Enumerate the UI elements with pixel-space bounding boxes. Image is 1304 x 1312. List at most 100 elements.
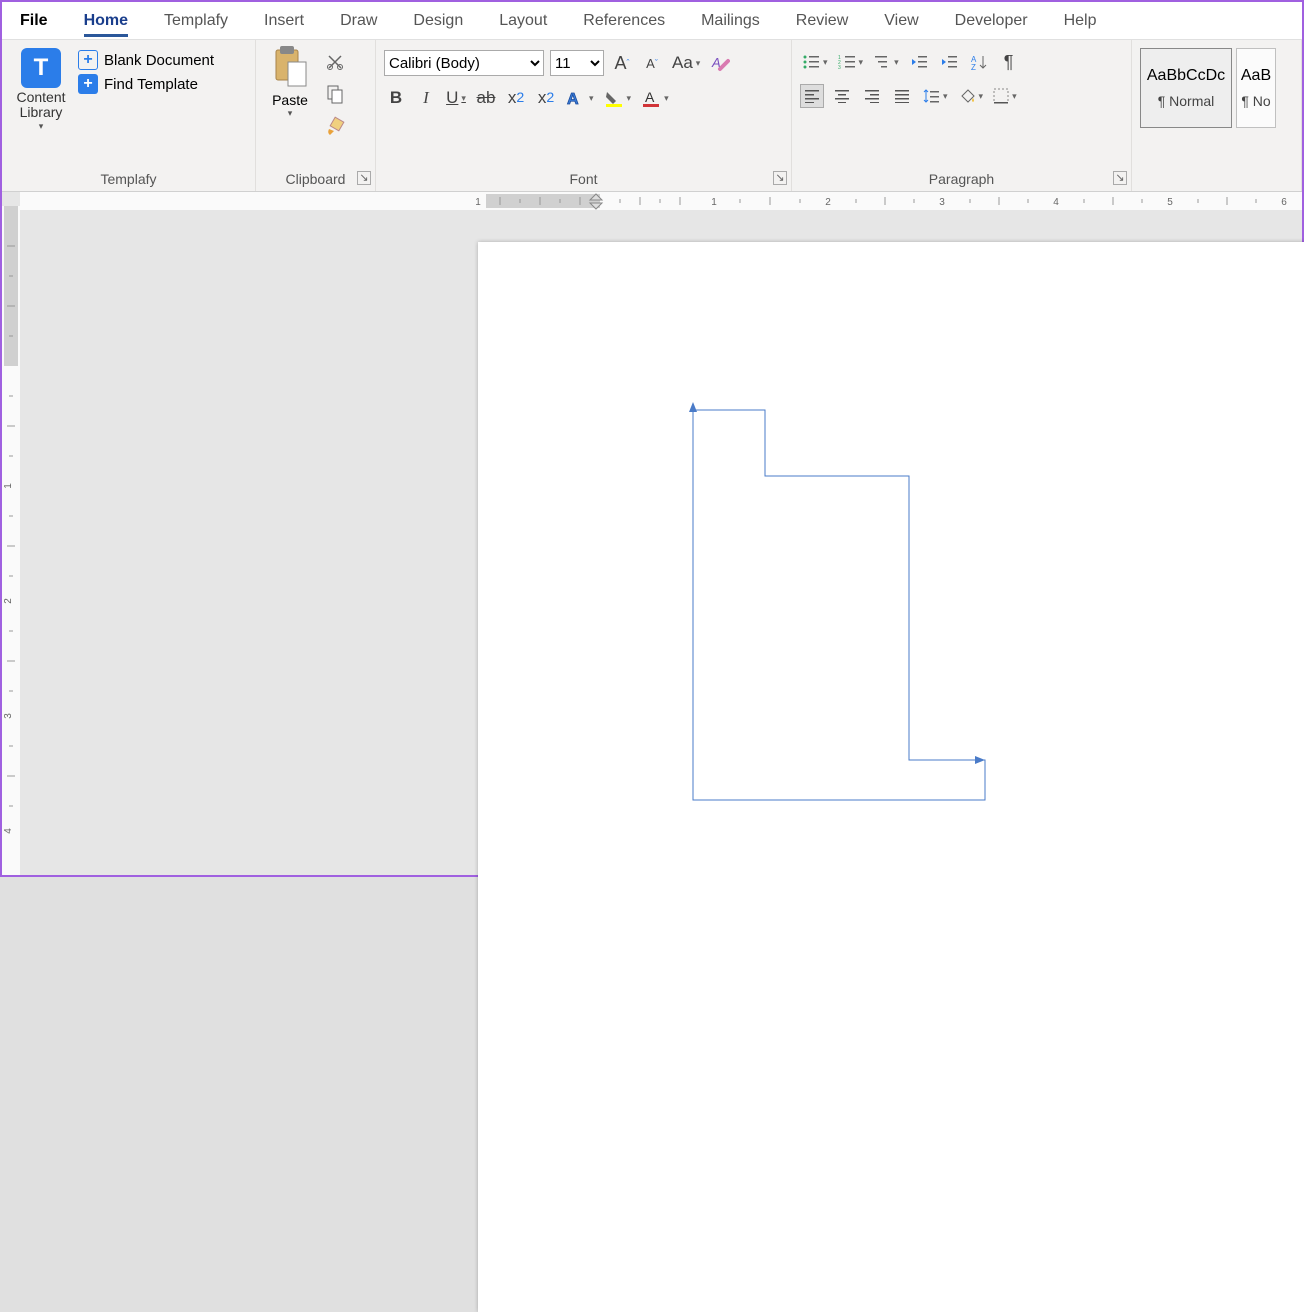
- numbering-button[interactable]: 123: [836, 50, 866, 74]
- tab-templafy[interactable]: Templafy: [146, 2, 246, 39]
- group-paragraph: 123 AZ ¶: [792, 40, 1132, 191]
- content-library-button[interactable]: T Content Library ▾: [10, 44, 72, 169]
- numbering-icon: 123: [838, 54, 856, 70]
- tab-insert[interactable]: Insert: [246, 2, 322, 39]
- tab-mailings[interactable]: Mailings: [683, 2, 778, 39]
- tab-review[interactable]: Review: [778, 2, 866, 39]
- style-sample: AaBbCcDc: [1147, 67, 1225, 85]
- vertical-ruler[interactable]: 1 2 3 4: [2, 206, 20, 875]
- svg-text:4: 4: [1053, 197, 1059, 208]
- tab-view[interactable]: View: [866, 2, 936, 39]
- sort-button[interactable]: AZ: [967, 50, 991, 74]
- group-styles: AaBbCcDc ¶ Normal AaB ¶ No: [1132, 40, 1302, 191]
- group-templafy: T Content Library ▾ + Blank Document + F…: [2, 40, 256, 191]
- increase-font-button[interactable]: Aˆ: [610, 51, 634, 75]
- group-label-clipboard: Clipboard ↘: [264, 169, 367, 189]
- templafy-t-icon: T: [21, 48, 61, 88]
- italic-button[interactable]: I: [414, 86, 438, 110]
- style-no-spacing[interactable]: AaB ¶ No: [1236, 48, 1276, 128]
- decrease-font-button[interactable]: Aˇ: [640, 51, 664, 75]
- svg-text:3: 3: [939, 197, 945, 208]
- line-spacing-button[interactable]: [920, 84, 950, 108]
- ribbon-tabs: File Home Templafy Insert Draw Design La…: [2, 2, 1302, 40]
- svg-text:6: 6: [1281, 197, 1287, 208]
- blank-document-label: Blank Document: [104, 52, 214, 69]
- sort-icon: AZ: [970, 53, 988, 71]
- style-sample: AaB: [1241, 67, 1271, 85]
- cut-button[interactable]: [323, 50, 347, 74]
- underline-button[interactable]: U: [444, 86, 468, 110]
- align-right-button[interactable]: [860, 84, 884, 108]
- font-color-icon: A: [641, 89, 661, 107]
- bullets-button[interactable]: [800, 50, 830, 74]
- highlight-button[interactable]: [602, 86, 634, 110]
- tab-home[interactable]: Home: [66, 2, 146, 39]
- document-workspace: 1 1 2 3 4 5 6: [2, 192, 1302, 875]
- clear-formatting-button[interactable]: A: [708, 51, 732, 75]
- svg-text:A: A: [645, 89, 655, 105]
- increase-indent-button[interactable]: [937, 50, 961, 74]
- text-effects-button[interactable]: A: [564, 86, 596, 110]
- strikethrough-button[interactable]: ab: [474, 86, 498, 110]
- subscript-button[interactable]: x2: [504, 86, 528, 110]
- tab-help[interactable]: Help: [1046, 2, 1115, 39]
- blank-document-button[interactable]: + Blank Document: [78, 50, 214, 70]
- align-center-button[interactable]: [830, 84, 854, 108]
- plus-icon: +: [78, 50, 98, 70]
- paint-bucket-icon: [958, 88, 976, 104]
- find-template-button[interactable]: + Find Template: [78, 74, 214, 94]
- justify-icon: [894, 89, 910, 103]
- outdent-icon: [910, 54, 928, 70]
- font-name-select[interactable]: Calibri (Body): [384, 50, 544, 76]
- ribbon: T Content Library ▾ + Blank Document + F…: [2, 40, 1302, 192]
- decrease-indent-button[interactable]: [907, 50, 931, 74]
- svg-text:4: 4: [3, 828, 14, 834]
- tab-draw[interactable]: Draw: [322, 2, 395, 39]
- arrowhead-start-icon: [689, 402, 697, 412]
- clipboard-launcher[interactable]: ↘: [357, 171, 371, 185]
- align-center-icon: [834, 89, 850, 103]
- tab-design[interactable]: Design: [395, 2, 481, 39]
- tab-developer[interactable]: Developer: [937, 2, 1046, 39]
- svg-text:1: 1: [711, 197, 717, 208]
- text-effects-icon: A: [566, 89, 586, 107]
- multilevel-icon: [873, 54, 891, 70]
- freeform-shape[interactable]: [685, 402, 995, 812]
- change-case-button[interactable]: Aa: [670, 51, 702, 75]
- arrowhead-end-icon: [975, 756, 985, 764]
- paste-button[interactable]: Paste ▾: [264, 44, 316, 169]
- bold-button[interactable]: B: [384, 86, 408, 110]
- paintbrush-icon: [324, 115, 346, 137]
- chevron-down-icon: ▾: [288, 108, 293, 119]
- plus-filled-icon: +: [78, 74, 98, 94]
- group-label-paragraph: Paragraph ↘: [800, 169, 1123, 189]
- font-color-button[interactable]: A: [639, 86, 671, 110]
- shading-button[interactable]: [956, 84, 986, 108]
- horizontal-ruler[interactable]: 1 1 2 3 4 5 6: [20, 192, 1302, 210]
- copy-button[interactable]: [323, 82, 347, 106]
- tab-references[interactable]: References: [565, 2, 683, 39]
- group-font: Calibri (Body) 11 Aˆ Aˇ Aa A B I U: [376, 40, 792, 191]
- multilevel-list-button[interactable]: [871, 50, 901, 74]
- tab-file[interactable]: File: [2, 2, 66, 39]
- tab-layout[interactable]: Layout: [481, 2, 565, 39]
- clipboard-paste-icon: [270, 44, 310, 92]
- borders-button[interactable]: [991, 84, 1019, 108]
- paragraph-launcher[interactable]: ↘: [1113, 171, 1127, 185]
- style-normal[interactable]: AaBbCcDc ¶ Normal: [1140, 48, 1232, 128]
- font-launcher[interactable]: ↘: [773, 171, 787, 185]
- svg-text:A: A: [567, 91, 579, 107]
- justify-button[interactable]: [890, 84, 914, 108]
- svg-text:1: 1: [475, 197, 481, 208]
- align-left-button[interactable]: [800, 84, 824, 108]
- style-name: ¶ No: [1241, 93, 1270, 109]
- indent-icon: [940, 54, 958, 70]
- chevron-down-icon: ▾: [39, 121, 44, 132]
- line-spacing-icon: [922, 88, 940, 104]
- svg-text:5: 5: [1167, 197, 1173, 208]
- show-hide-button[interactable]: ¶: [997, 50, 1021, 74]
- superscript-button[interactable]: x2: [534, 86, 558, 110]
- align-left-icon: [804, 89, 820, 103]
- font-size-select[interactable]: 11: [550, 50, 604, 76]
- format-painter-button[interactable]: [322, 114, 348, 138]
